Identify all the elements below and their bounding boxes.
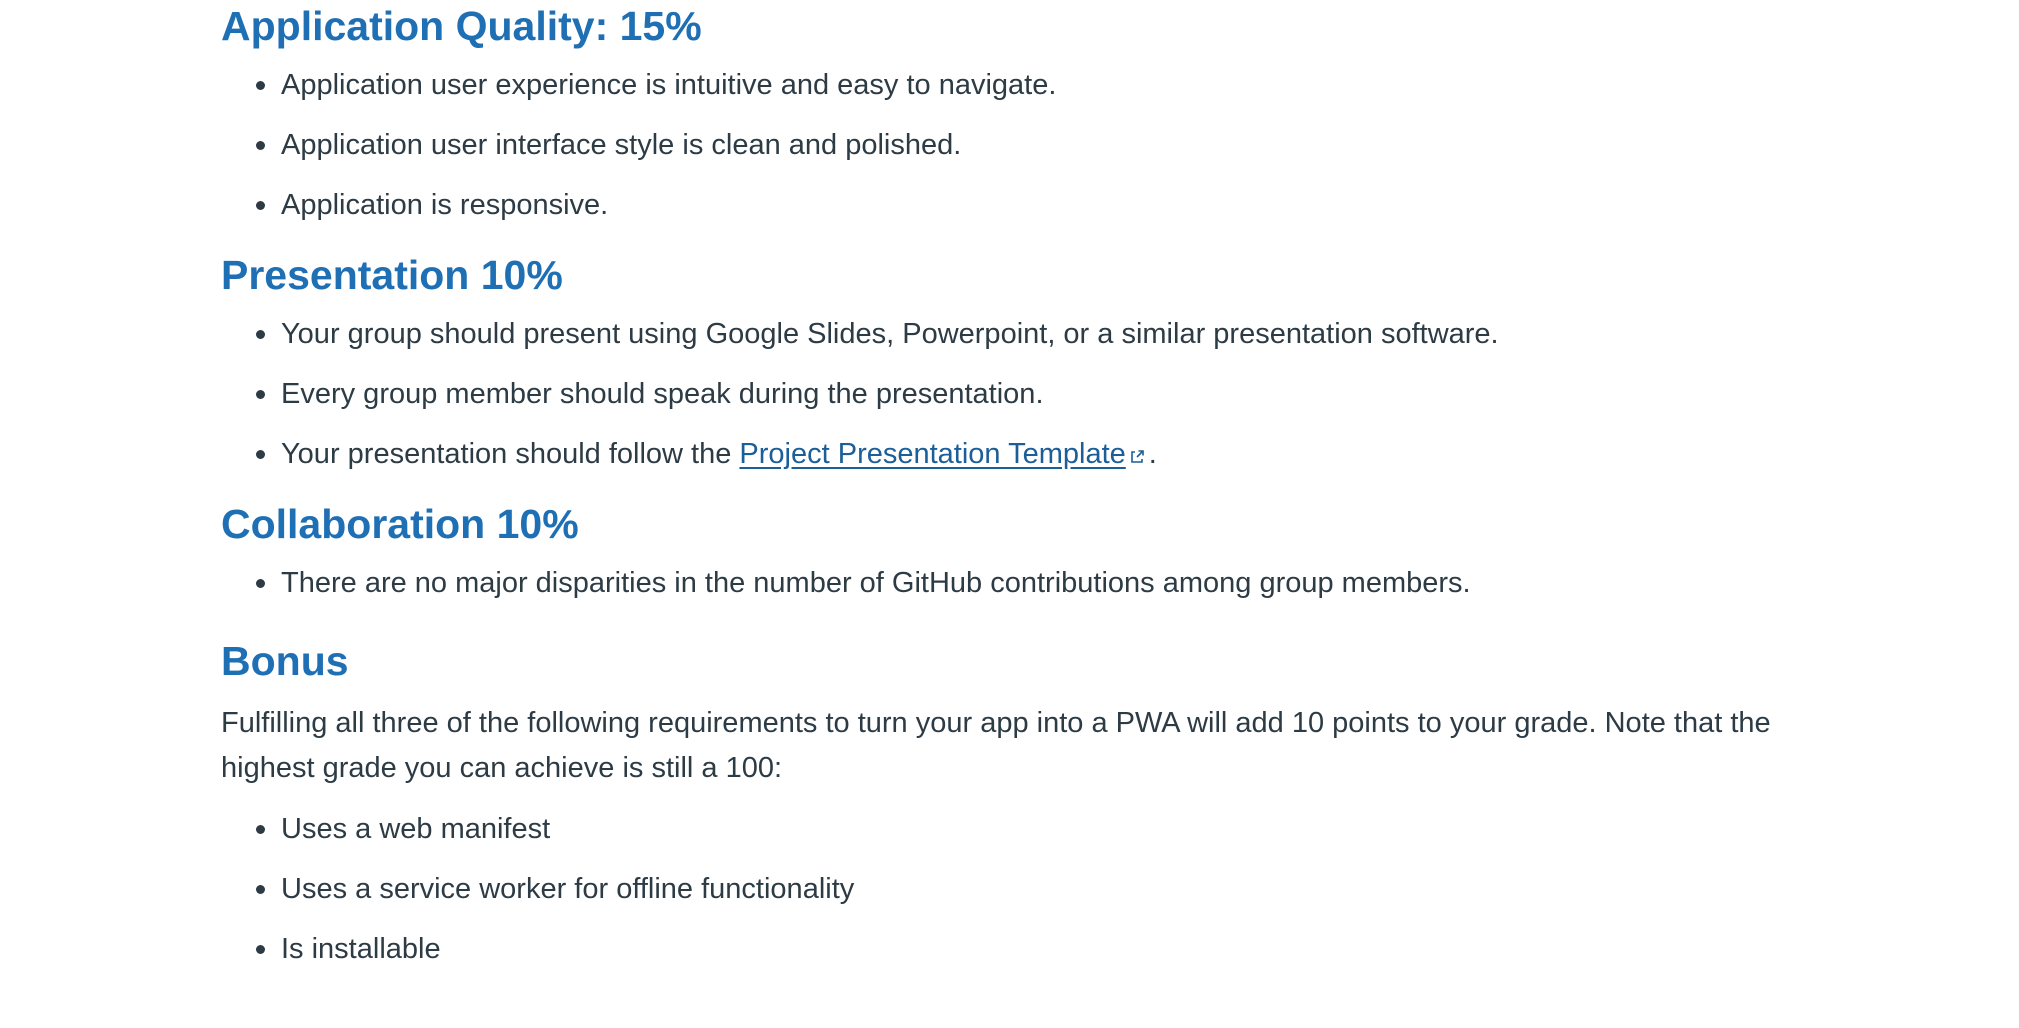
list-item: Is installable <box>221 919 1781 979</box>
page-content: Application Quality: 15% Application use… <box>221 0 1781 979</box>
bullet <box>256 450 265 459</box>
list-item: Uses a service worker for offline functi… <box>221 859 1781 919</box>
section-heading-application-quality: Application Quality: 15% <box>221 3 702 49</box>
section-heading-presentation: Presentation 10% <box>221 252 563 298</box>
list-item: Your presentation should follow the Proj… <box>221 424 1781 484</box>
list-item: Uses a web manifest <box>221 799 1781 859</box>
application-quality-list: Application user experience is intuitive… <box>221 55 1781 235</box>
list-item: Every group member should speak during t… <box>221 364 1781 424</box>
list-item: There are no major disparities in the nu… <box>221 553 1781 613</box>
bullet <box>256 825 265 834</box>
list-item: Your group should present using Google S… <box>221 304 1781 364</box>
list-item: Application user interface style is clea… <box>221 115 1781 175</box>
bonus-list: Uses a web manifest Uses a service worke… <box>221 799 1781 979</box>
bullet <box>256 885 265 894</box>
presentation-list: Your group should present using Google S… <box>221 304 1781 484</box>
list-item: Application is responsive. <box>221 175 1781 235</box>
external-link-icon <box>1129 426 1145 463</box>
bullet <box>256 81 265 90</box>
bullet <box>256 390 265 399</box>
bullet <box>256 201 265 210</box>
bullet <box>256 945 265 954</box>
bullet <box>256 579 265 588</box>
collaboration-list: There are no major disparities in the nu… <box>221 553 1781 613</box>
bullet <box>256 330 265 339</box>
section-heading-bonus: Bonus <box>221 638 349 684</box>
project-presentation-template-link[interactable]: Project Presentation Template <box>739 438 1125 470</box>
section-heading-collaboration: Collaboration 10% <box>221 501 579 547</box>
list-item: Application user experience is intuitive… <box>221 55 1781 115</box>
bonus-description: Fulfilling all three of the following re… <box>221 707 1771 784</box>
bullet <box>256 141 265 150</box>
